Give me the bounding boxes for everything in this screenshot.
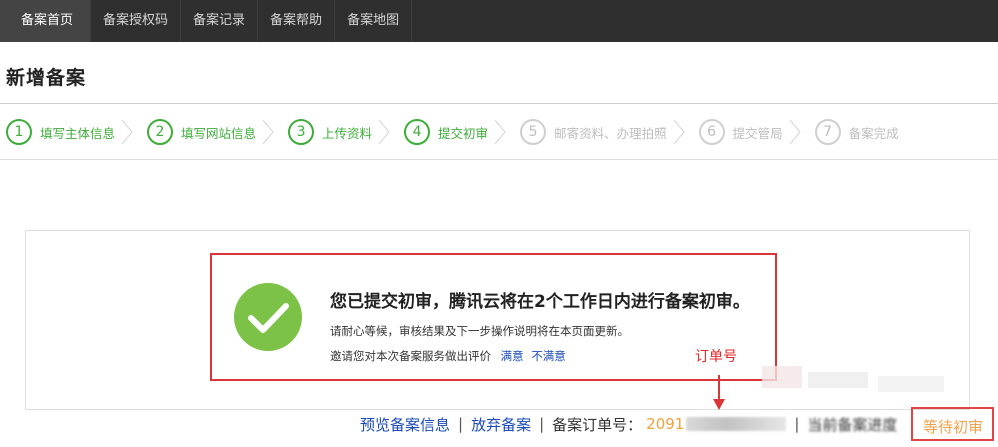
status-highlight: 等待初审	[911, 407, 994, 441]
step-2: 2 填写网站信息	[147, 118, 256, 146]
step-1: 1 填写主体信息	[6, 118, 115, 146]
step-label: 提交管局	[732, 125, 783, 141]
chevron-right-icon	[378, 119, 390, 145]
chevron-right-icon	[121, 119, 133, 145]
preview-filing-link[interactable]: 预览备案信息	[360, 414, 450, 435]
step-label: 填写主体信息	[40, 125, 116, 141]
order-number-annotation: 订单号	[695, 349, 737, 365]
step-progress: 1 填写主体信息 2 填写网站信息 3 上传资料 4 提交初审 5 邮寄资料、办…	[6, 118, 899, 146]
divider	[0, 103, 998, 104]
order-number-label: 备案订单号：	[552, 415, 643, 434]
step-7: 7 备案完成	[814, 118, 899, 146]
divider	[0, 159, 998, 160]
chevron-right-icon	[494, 119, 506, 145]
step-5: 5 邮寄资料、办理拍照	[520, 118, 667, 146]
step-label: 提交初审	[438, 125, 489, 141]
step-4: 4 提交初审	[404, 118, 488, 146]
nav-item-map[interactable]: 备案地图	[335, 0, 413, 42]
notice-title: 您已提交初审，腾讯云将在2个工作日内进行备案初审。	[330, 292, 750, 312]
separator: |	[539, 415, 545, 433]
nav-list: 备案首页 备案授权码 备案记录 备案帮助 备案地图	[0, 0, 413, 42]
submission-notice: 您已提交初审，腾讯云将在2个工作日内进行备案初审。 请耐心等候，审核结果及下一步…	[210, 253, 777, 381]
chevron-right-icon	[789, 119, 801, 145]
nav-item-home[interactable]: 备案首页	[0, 0, 92, 42]
step-label: 上传资料	[322, 125, 373, 141]
status-badge: 等待初审	[923, 418, 984, 436]
page-title: 新增备案	[6, 67, 87, 89]
chevron-right-icon	[673, 119, 685, 145]
evaluation-row: 邀请您对本次备案服务做出评价 满意 不满意	[330, 348, 566, 364]
separator: |	[794, 415, 800, 433]
progress-label: 当前备案进度	[807, 415, 898, 434]
notice-description: 请耐心等候，审核结果及下一步操作说明将在本页面更新。	[330, 324, 629, 338]
redaction-mosaic	[762, 366, 802, 388]
step-label: 邮寄资料、办理拍照	[554, 125, 667, 141]
check-circle-icon	[232, 281, 304, 353]
redaction-mosaic	[878, 376, 944, 392]
step-number: 3	[288, 119, 315, 145]
redacted-order-number	[686, 417, 787, 431]
nav-item-records[interactable]: 备案记录	[181, 0, 259, 42]
order-number-value: 2091	[646, 415, 685, 433]
info-row: 预览备案信息 | 放弃备案 | 备案订单号： 2091 | 当前备案进度	[360, 414, 897, 434]
unsatisfied-link[interactable]: 不满意	[531, 349, 566, 363]
satisfied-link[interactable]: 满意	[501, 349, 524, 363]
step-number: 1	[6, 119, 32, 145]
step-3: 3 上传资料	[288, 118, 372, 146]
step-label: 填写网站信息	[181, 125, 257, 141]
step-number: 5	[520, 119, 547, 145]
chevron-right-icon	[262, 119, 274, 145]
redaction-mosaic	[808, 372, 868, 388]
step-6: 6 提交管局	[698, 118, 783, 146]
step-label: 备案完成	[848, 125, 899, 141]
arrow-down-icon	[712, 375, 726, 411]
nav-item-help[interactable]: 备案帮助	[258, 0, 336, 42]
abandon-filing-link[interactable]: 放弃备案	[471, 414, 531, 435]
separator: |	[458, 415, 464, 433]
nav-item-auth-code[interactable]: 备案授权码	[91, 0, 182, 42]
step-number: 2	[147, 119, 174, 145]
top-nav: 备案首页 备案授权码 备案记录 备案帮助 备案地图	[0, 0, 998, 42]
step-number: 4	[404, 119, 431, 145]
step-number: 7	[814, 119, 841, 145]
step-number: 6	[698, 119, 725, 145]
evaluation-prompt: 邀请您对本次备案服务做出评价	[330, 349, 491, 363]
